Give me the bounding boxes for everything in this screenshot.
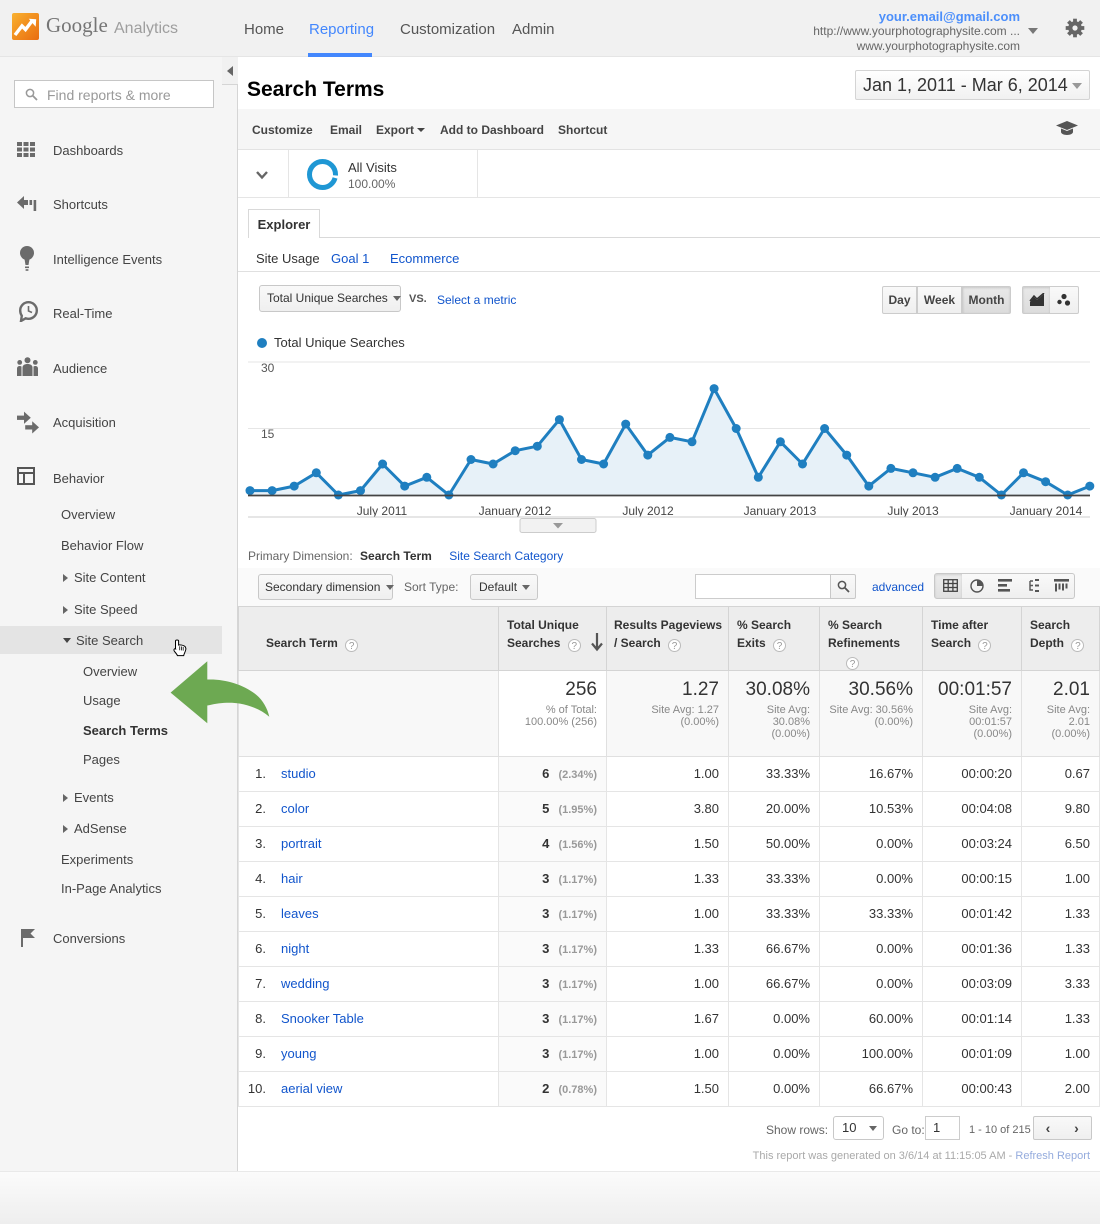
svg-text:July 2012: July 2012 bbox=[622, 504, 674, 518]
svg-text:January 2013: January 2013 bbox=[744, 504, 817, 518]
svg-text:January 2014: January 2014 bbox=[1010, 504, 1083, 518]
svg-text:January 2012: January 2012 bbox=[479, 504, 552, 518]
svg-text:July 2011: July 2011 bbox=[357, 504, 408, 518]
svg-text:July 2013: July 2013 bbox=[887, 504, 939, 518]
svg-text:30: 30 bbox=[261, 361, 275, 375]
svg-text:15: 15 bbox=[261, 427, 275, 441]
